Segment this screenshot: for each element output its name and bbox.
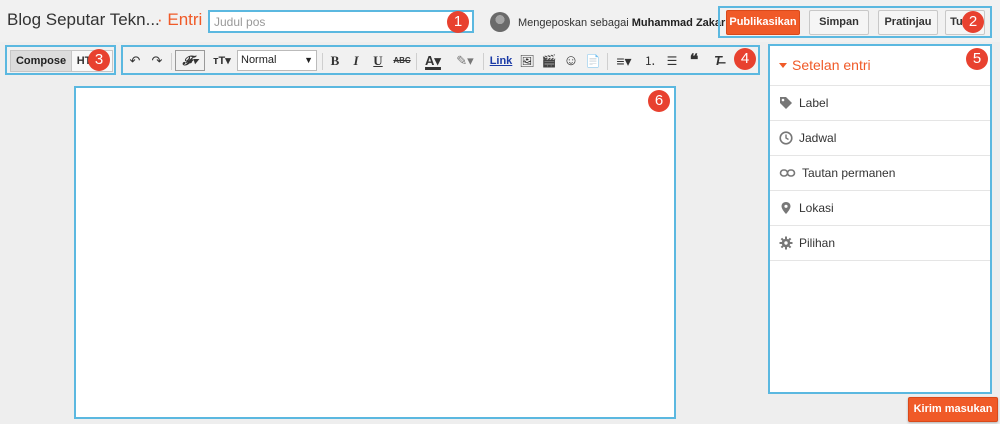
save-button[interactable]: Simpan [809, 10, 869, 35]
italic-button[interactable]: I [348, 51, 364, 71]
font-family-icon[interactable]: 𝓕▾ [175, 50, 205, 71]
strikethrough-button[interactable]: ABC [391, 51, 413, 71]
underline-button[interactable]: U [370, 51, 386, 71]
posting-as-prefix: Mengeposkan sebagai [518, 17, 629, 29]
sidebar-item-text: Label [799, 96, 829, 110]
sidebar-item-schedule[interactable]: Jadwal [770, 121, 990, 156]
font-size-icon[interactable]: ᴛT▾ [209, 51, 235, 71]
sidebar-item-text: Tautan permanen [802, 166, 896, 180]
post-settings-header[interactable]: Setelan entri [770, 46, 990, 86]
sidebar-item-text: Pilihan [799, 236, 836, 250]
post-settings-title: Setelan entri [792, 57, 871, 73]
bullet-list-icon[interactable]: ☰ [664, 51, 680, 71]
sidebar-item-location[interactable]: Lokasi [770, 191, 990, 226]
gear-icon [779, 236, 793, 250]
preview-button[interactable]: Pratinjau [878, 10, 938, 35]
send-feedback-button[interactable]: Kirim masukan [908, 397, 998, 422]
quote-icon[interactable]: ❝ [686, 51, 702, 71]
sidebar-item-text: Lokasi [799, 201, 834, 215]
clock-icon [779, 131, 793, 145]
sidebar-item-options[interactable]: Pilihan [770, 226, 990, 261]
blog-title[interactable]: Blog Seputar Tekn... [7, 10, 160, 30]
paragraph-format-select[interactable]: Normal ▼ [237, 50, 317, 71]
clear-formatting-icon[interactable]: T̶ [710, 51, 726, 71]
location-pin-icon [781, 202, 791, 214]
chevron-down-icon: ▼ [304, 55, 313, 65]
text-color-icon[interactable]: A▾ [421, 51, 445, 71]
numbered-list-icon[interactable]: ⒈ [642, 51, 658, 71]
annotation-badge-5: 5 [966, 48, 988, 70]
post-actions-group: Publikasikan Simpan Pratinjau Tutup [718, 6, 992, 38]
annotation-badge-2: 2 [962, 11, 984, 33]
triangle-down-icon [779, 63, 787, 68]
video-icon[interactable]: 🎬 [540, 51, 558, 71]
sidebar-item-permalink[interactable]: Tautan permanen [770, 156, 990, 191]
sidebar-item-label[interactable]: Label [770, 86, 990, 121]
toolbar-separator [483, 53, 484, 70]
link-button[interactable]: Link [489, 51, 513, 71]
top-bar: Blog Seputar Tekn... · Entri 1 Mengeposk… [0, 0, 1000, 42]
annotation-badge-3: 3 [88, 49, 110, 71]
image-icon[interactable]: 🖼 [518, 51, 536, 71]
redo-icon[interactable]: ↷ [149, 51, 165, 71]
jump-break-icon[interactable]: 📄 [584, 51, 602, 71]
toolbar-separator [607, 53, 608, 70]
avatar [490, 12, 510, 32]
toolbar-separator [171, 53, 172, 70]
sidebar-item-text: Jadwal [799, 131, 837, 145]
align-icon[interactable]: ≡▾ [612, 51, 636, 71]
post-settings-sidebar: Setelan entri Label Jadwal Tautan perman… [768, 44, 992, 394]
bold-button[interactable]: B [327, 51, 343, 71]
annotation-badge-4: 4 [734, 48, 756, 70]
toolbar-separator [322, 53, 323, 70]
post-title-input[interactable] [208, 10, 474, 33]
undo-icon[interactable]: ↶ [127, 51, 143, 71]
compose-mode-button[interactable]: Compose [10, 50, 72, 72]
emoji-icon[interactable]: ☺ [562, 51, 580, 71]
posting-as-text: Mengeposkan sebagai Muhammad Zakaria [518, 17, 734, 29]
tag-icon [780, 97, 792, 109]
post-breadcrumb: · Entri [157, 10, 203, 29]
link-icon [779, 169, 796, 177]
toolbar-separator [416, 53, 417, 70]
highlight-color-icon[interactable]: ✎▾ [452, 51, 478, 71]
post-body-editor[interactable] [74, 86, 676, 419]
formatting-toolbar: ↶ ↷ 𝓕▾ ᴛT▾ Normal ▼ B I U ABC A▾ ✎▾ Link… [121, 45, 760, 75]
paragraph-format-value: Normal [241, 54, 277, 66]
annotation-badge-6: 6 [648, 90, 670, 112]
publish-button[interactable]: Publikasikan [726, 10, 800, 35]
annotation-badge-1: 1 [447, 11, 469, 33]
